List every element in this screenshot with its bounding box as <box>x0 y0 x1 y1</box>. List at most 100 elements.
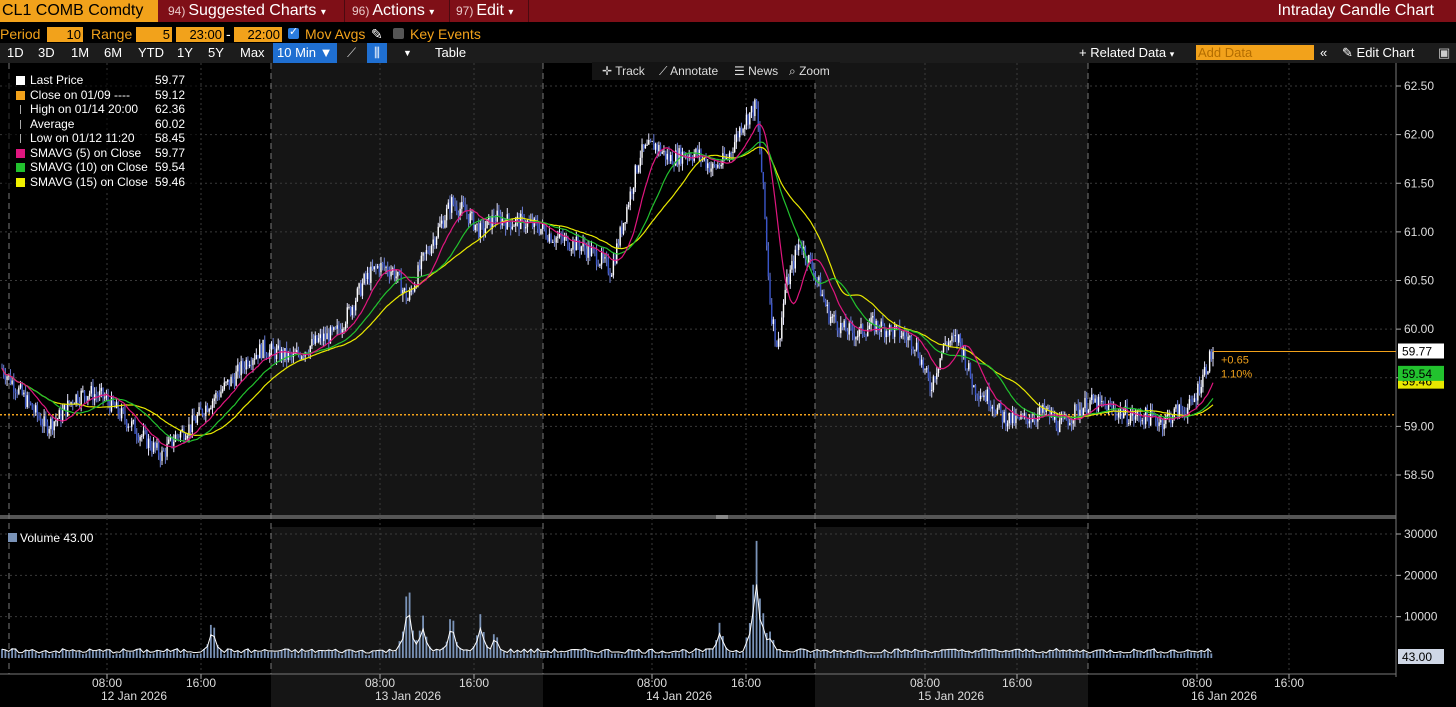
candle-body <box>964 349 967 369</box>
edit-menu[interactable]: 97) Edit ▾ <box>456 0 513 22</box>
range-button-ytd[interactable]: YTD <box>138 43 164 63</box>
menu-number: 94) <box>168 4 186 18</box>
candle-body <box>540 228 542 234</box>
period-input[interactable]: 10 <box>47 27 83 42</box>
volume-bar <box>866 655 869 658</box>
legend-value: 58.45 <box>155 131 186 145</box>
candle-body <box>681 151 684 164</box>
range-button-1m[interactable]: 1M <box>71 43 89 63</box>
range-button-1y[interactable]: 1Y <box>177 43 193 63</box>
volume-bar <box>785 651 788 658</box>
candle-body <box>851 325 854 334</box>
volume-bar <box>1102 650 1105 658</box>
chevron-down-icon: ▾ <box>508 7 514 18</box>
volume-bar <box>435 649 438 658</box>
candle-body <box>744 125 746 129</box>
candle-body <box>740 127 743 133</box>
mov-avgs-checkbox[interactable]: ✓ <box>288 26 299 39</box>
suggested-charts-menu[interactable]: 94) Suggested Charts ▾ <box>168 0 326 22</box>
key-events-checkbox[interactable] <box>393 28 404 39</box>
vol-tick-label: 30000 <box>1404 527 1438 541</box>
volume-bar <box>1190 652 1193 658</box>
candle-body <box>203 414 205 416</box>
ticker-field[interactable]: CL1 COMB Comdty <box>0 0 158 22</box>
candle-body <box>636 165 638 173</box>
candle-body <box>168 439 170 444</box>
interval-dropdown[interactable]: 10 Min ▼ <box>273 43 337 63</box>
candle-body <box>750 106 753 113</box>
candle-body <box>668 153 670 162</box>
table-button[interactable]: Table <box>435 43 466 63</box>
annotate-tool[interactable]: ⟋ Annotate <box>659 63 718 80</box>
candle-body <box>545 229 547 238</box>
actions-menu[interactable]: 96) Actions ▾ <box>352 0 434 22</box>
volume-bar <box>368 655 371 658</box>
related-data-button[interactable]: + Related Data ▾ <box>1079 43 1174 63</box>
range-button-5y[interactable]: 5Y <box>208 43 224 63</box>
news-tool[interactable]: ☰ News <box>734 63 778 80</box>
track-tool[interactable]: ✛ Track <box>602 63 645 80</box>
window-icon[interactable]: ▣ <box>1438 43 1450 63</box>
volume-bar <box>556 653 559 658</box>
candle-body <box>669 154 672 162</box>
range-button-6m[interactable]: 6M <box>104 43 122 63</box>
candle-body <box>819 277 822 297</box>
volume-bar <box>779 649 782 658</box>
volume-bar <box>954 648 957 658</box>
volume-bar <box>381 650 384 658</box>
line-chart-icon[interactable]: ⟋ <box>347 43 356 63</box>
chevron-down-icon[interactable]: ▼ <box>403 43 412 63</box>
legend-swatch <box>20 119 22 129</box>
candle-chart-icon[interactable]: ⫼ <box>367 43 387 63</box>
candle-body <box>1005 411 1007 427</box>
range-dash: - <box>226 26 231 42</box>
legend-swatch <box>16 148 25 158</box>
volume-bar <box>17 654 20 658</box>
volume-bar <box>189 653 192 658</box>
volume-bar <box>604 649 606 658</box>
volume-bar <box>260 651 263 658</box>
chart-canvas[interactable]: 58.5059.0059.5060.0060.5061.0061.5062.00… <box>0 63 1456 707</box>
candle-body <box>905 336 908 341</box>
volume-bar <box>145 649 148 658</box>
collapse-icon[interactable]: « <box>1320 43 1327 63</box>
volume-bar <box>1203 653 1206 658</box>
candle-body <box>115 402 118 409</box>
range-button-max[interactable]: Max <box>240 43 265 63</box>
zoom-tool[interactable]: ⌕ Zoom <box>789 63 830 80</box>
candle-body <box>176 434 178 436</box>
volume-bar <box>907 651 910 658</box>
range-button-1d[interactable]: 1D <box>7 43 24 63</box>
candle-body <box>120 408 123 419</box>
start-time-input[interactable]: 23:00 <box>176 27 224 42</box>
candle-body <box>248 364 251 367</box>
candle-body <box>1148 416 1150 426</box>
candle-body <box>944 343 946 345</box>
add-data-input[interactable]: Add Data <box>1196 45 1314 60</box>
range-input[interactable]: 5 <box>136 27 172 42</box>
candle-body <box>233 379 236 386</box>
candle-body <box>208 409 210 412</box>
candle-body <box>317 338 320 342</box>
candle-body <box>157 442 160 456</box>
volume-bar <box>762 613 765 658</box>
candle-body <box>927 368 930 379</box>
range-button-3d[interactable]: 3D <box>38 43 55 63</box>
volume-bar <box>540 652 542 658</box>
candle-body <box>666 153 668 160</box>
candle-body <box>863 334 866 336</box>
candle-body <box>705 158 707 169</box>
x-date-label: 14 Jan 2026 <box>646 689 712 703</box>
candle-body <box>1003 411 1005 423</box>
x-time-label: 08:00 <box>637 676 667 690</box>
edit-chart-button[interactable]: ✎ Edit Chart <box>1342 43 1414 63</box>
candle-body <box>456 206 458 213</box>
candle-body <box>641 144 643 158</box>
end-time-input[interactable]: 22:00 <box>234 27 282 42</box>
pencil-icon[interactable]: ✎ <box>371 24 383 44</box>
candle-body <box>1193 398 1196 402</box>
volume-bar <box>927 653 930 658</box>
candle-body <box>937 368 940 374</box>
candle-body <box>1001 410 1004 423</box>
candle-body <box>383 263 386 268</box>
